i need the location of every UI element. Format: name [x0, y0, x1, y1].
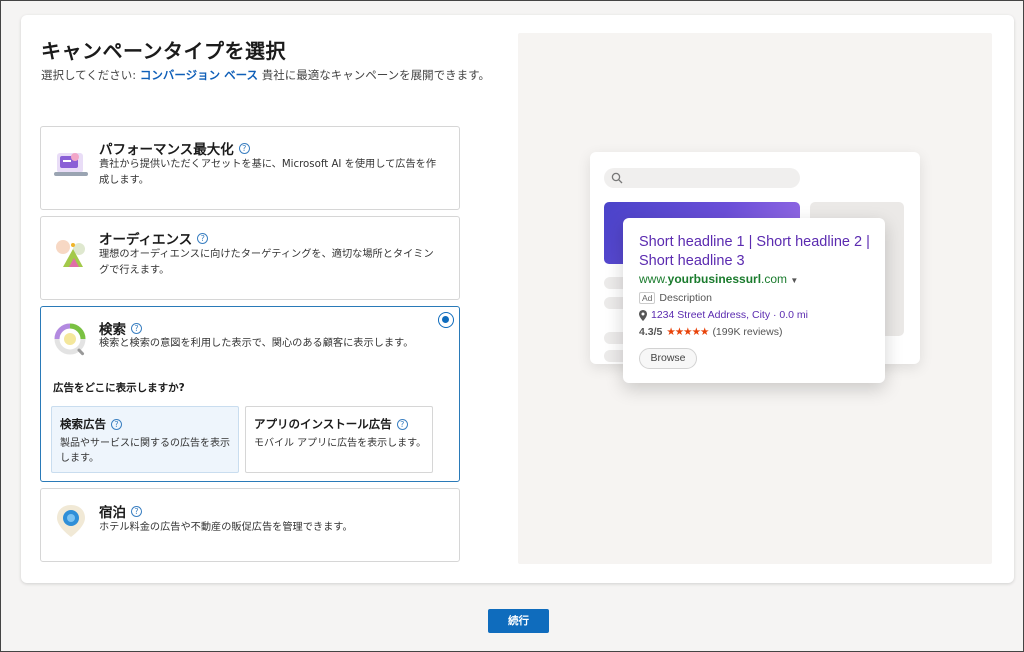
ad-reviews: (199K reviews) — [712, 326, 783, 338]
option-description: 理想のオーディエンスに向けたターゲティングを、適切な場所とタイミングで行えます。 — [99, 249, 434, 276]
rating-stars: ★★★★★ — [666, 326, 709, 338]
ad-rating-line: 4.3/5 ★★★★★ (199K reviews) — [639, 326, 782, 338]
sub-option-title: 検索広告 — [60, 417, 106, 431]
ad-address-line: 1234 Street Address, City · 0.0 mi — [639, 309, 808, 321]
option-hotel[interactable]: 宿泊 ? ホテル料金の広告や不動産の販促広告を管理できます。 — [40, 488, 460, 562]
help-icon[interactable]: ? — [396, 418, 408, 430]
campaign-type-card: キャンペーンタイプを選択 選択してください: コンバージョン ベース 貴社に最適… — [21, 15, 1014, 583]
ad-url: www.yourbusinessurl.com ▼ — [639, 272, 798, 286]
help-icon[interactable]: ? — [111, 418, 122, 430]
option-search[interactable]: 検索 ? 検索と検索の意図を利用した表示で、関心のある顧客に表示します。 広告を… — [40, 306, 460, 482]
continue-button[interactable]: 続行 — [488, 609, 549, 633]
location-pin-icon — [639, 309, 647, 321]
campaign-goal: コンバージョン ベース — [139, 68, 259, 82]
performance-max-icon — [53, 147, 89, 183]
placement-question: 広告をどこに表示しますか? — [53, 382, 185, 394]
mock-search-bar — [604, 168, 800, 188]
search-icon — [611, 172, 623, 184]
ad-badge: Ad — [639, 292, 656, 304]
option-title: 検索 — [99, 322, 126, 338]
chevron-down-icon: ▼ — [790, 276, 799, 285]
ad-rating: 4.3/5 — [639, 326, 663, 338]
sub-option-title: アプリのインストール広告 — [254, 417, 392, 431]
sub-option-app-install-ads[interactable]: アプリのインストール広告 ? モバイル アプリに広告を表示します。 — [245, 406, 433, 473]
page-title: キャンペーンタイプを選択 — [41, 39, 286, 63]
selected-radio[interactable] — [438, 312, 454, 328]
option-title: パフォーマンス最大化 — [99, 142, 234, 158]
ad-preview-card: Short headline 1 | Short headline 2 | Sh… — [623, 218, 885, 383]
help-icon[interactable]: ? — [197, 232, 209, 244]
ad-description: Description — [659, 292, 712, 304]
page-subtitle: 選択してください: コンバージョン ベース 貴社に最適なキャンペーンを展開できま… — [41, 67, 490, 83]
sub-option-description: 製品やサービスに関するの広告を表示します。 — [60, 438, 230, 464]
url-domain: yourbusinessurl — [667, 272, 762, 286]
option-description: 検索と検索の意図を利用した表示で、関心のある顧客に表示します。 — [99, 338, 414, 349]
subtitle-suffix: 貴社に最適なキャンペーンを展開できます。 — [261, 68, 490, 82]
subtitle-prefix: 選択してください: — [41, 68, 137, 82]
ad-description-line: Ad Description — [639, 292, 712, 304]
search-campaign-icon — [53, 322, 89, 358]
audience-icon — [53, 237, 89, 273]
option-audience[interactable]: オーディエンス ? 理想のオーディエンスに向けたターゲティングを、適切な場所とタ… — [40, 216, 460, 300]
sub-option-description: モバイル アプリに広告を表示します。 — [254, 438, 427, 449]
help-icon[interactable]: ? — [131, 322, 142, 334]
option-performance-max[interactable]: パフォーマンス最大化 ? 貴社から提供いただくアセットを基に、Microsoft… — [40, 126, 460, 210]
help-icon[interactable]: ? — [238, 142, 250, 154]
option-title: 宿泊 — [99, 505, 126, 521]
browse-button: Browse — [639, 348, 697, 369]
option-description: ホテル料金の広告や不動産の販促広告を管理できます。 — [99, 522, 353, 533]
ad-preview-panel: Short headline 1 | Short headline 2 | Sh… — [518, 33, 992, 564]
help-icon[interactable]: ? — [131, 505, 142, 517]
ad-headline: Short headline 1 | Short headline 2 | Sh… — [639, 234, 870, 269]
ad-address: 1234 Street Address, City · 0.0 mi — [651, 309, 808, 321]
url-prefix: www. — [639, 272, 668, 286]
option-description: 貴社から提供いただくアセットを基に、Microsoft AI を使用して広告を作… — [99, 159, 437, 186]
url-suffix: .com — [761, 272, 788, 286]
sub-option-search-ads[interactable]: 検索広告 ? 製品やサービスに関するの広告を表示します。 — [51, 406, 239, 473]
hotel-pin-icon — [53, 503, 89, 539]
option-title: オーディエンス — [99, 232, 193, 248]
